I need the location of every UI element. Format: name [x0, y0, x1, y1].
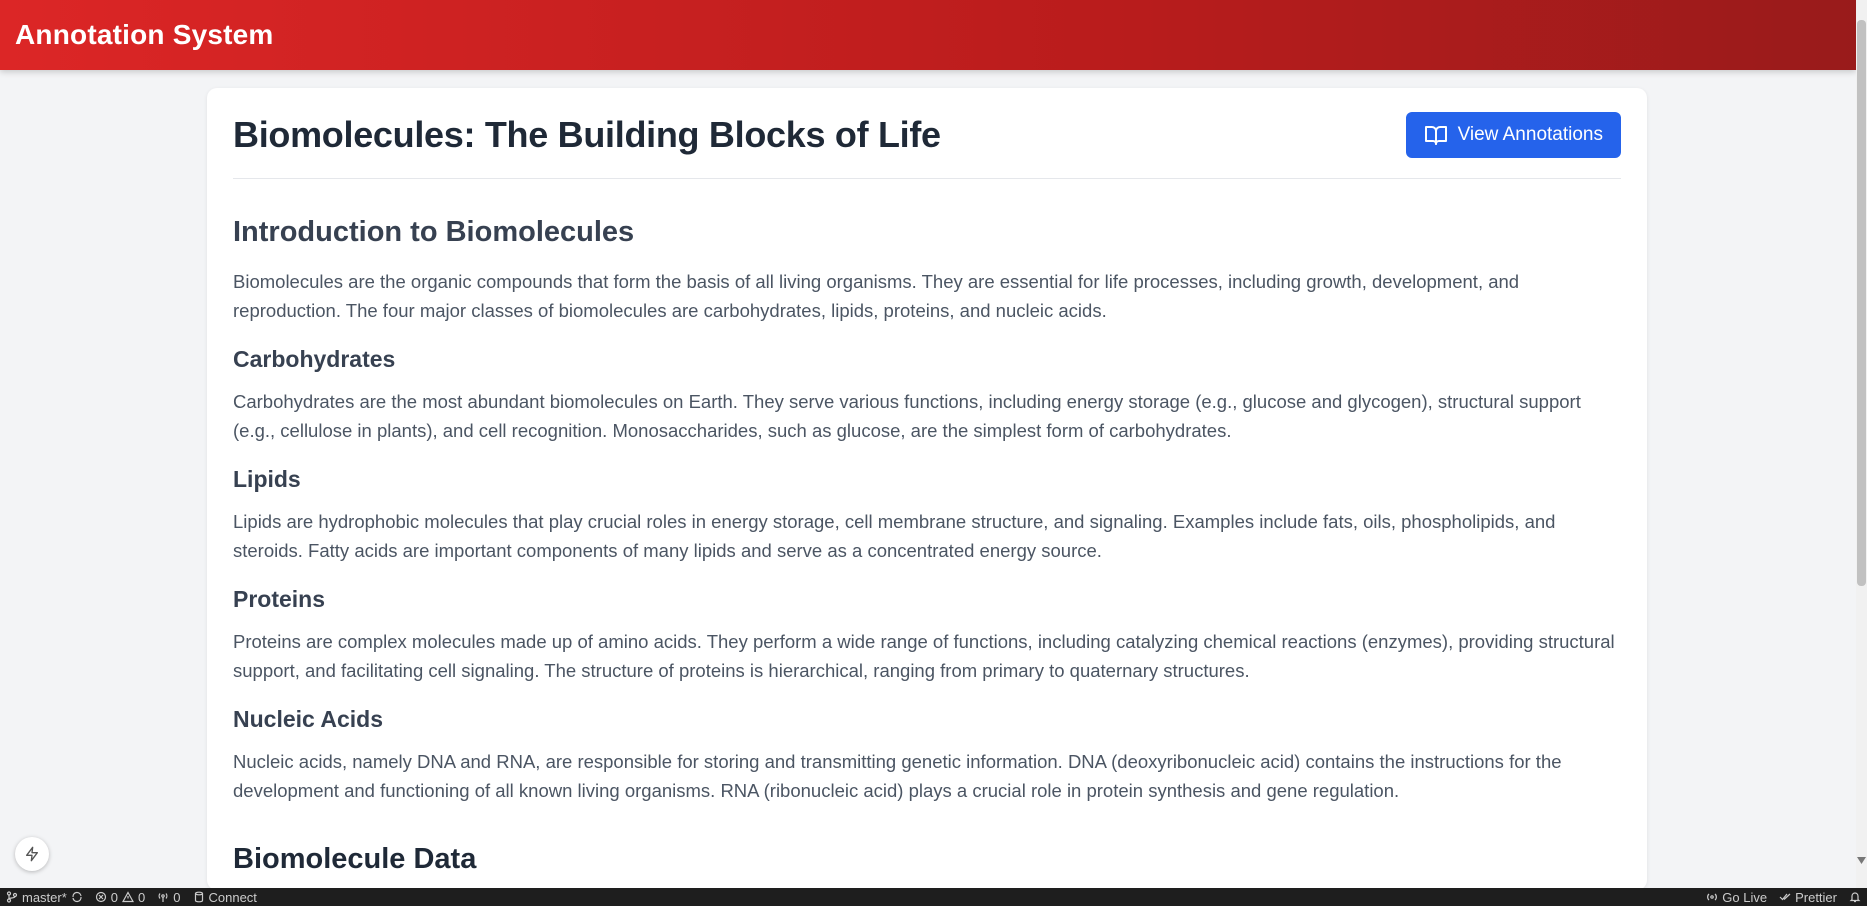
branch-name: master* [22, 889, 67, 905]
go-live-label: Go Live [1722, 889, 1768, 905]
sync-icon [72, 891, 82, 903]
intro-text[interactable]: Biomolecules are the organic compounds t… [233, 267, 1621, 325]
ports-status[interactable]: 0 [151, 890, 186, 905]
warning-count: 0 [138, 889, 146, 905]
database-icon [194, 891, 203, 903]
carbohydrates-heading: Carbohydrates [233, 346, 396, 372]
lightning-icon [26, 846, 38, 862]
broadcast-icon [158, 893, 168, 902]
connect-status[interactable]: Connect [187, 890, 263, 905]
scrollbar-thumb[interactable] [1857, 20, 1866, 586]
prettier-label: Prettier [1795, 889, 1837, 905]
app-title: Annotation System [15, 19, 274, 50]
biomolecule-data-heading: Biomolecule Data [233, 843, 477, 875]
view-annotations-label: View Annotations [1457, 123, 1603, 145]
lipids-text[interactable]: Lipids are hydrophobic molecules that pl… [233, 507, 1621, 565]
error-count: 0 [110, 889, 119, 905]
nucleic-acids-text[interactable]: Nucleic acids, namely DNA and RNA, are r… [233, 747, 1621, 805]
notifications-status[interactable] [1843, 891, 1867, 903]
broadcast-icon [1707, 893, 1718, 901]
app-header: Annotation System [0, 0, 1856, 70]
warning-icon [122, 891, 135, 903]
nucleic-acids-heading: Nucleic Acids [233, 706, 383, 732]
bell-icon [1849, 892, 1861, 903]
double-check-icon [1779, 893, 1791, 901]
connect-label: Connect [208, 889, 257, 905]
prettier-status[interactable]: Prettier [1773, 890, 1843, 905]
status-bar: master* 0 0 0 Connect Go Live Prettier [0, 888, 1867, 906]
branch-icon [6, 891, 18, 903]
scroll-down-icon[interactable] [1857, 854, 1866, 866]
error-icon [95, 891, 106, 903]
lipids-heading: Lipids [233, 466, 301, 492]
content-card: Biomolecules: The Building Blocks of Lif… [207, 88, 1647, 890]
title-row: Biomolecules: The Building Blocks of Lif… [233, 88, 1621, 179]
problems-status[interactable]: 0 0 [89, 890, 151, 905]
page-scrollbar[interactable] [1856, 0, 1867, 888]
carbohydrates-text[interactable]: Carbohydrates are the most abundant biom… [233, 387, 1621, 445]
ports-count: 0 [173, 889, 181, 905]
branch-status[interactable]: master* [0, 890, 89, 905]
go-live-status[interactable]: Go Live [1700, 890, 1773, 905]
book-open-icon [1424, 125, 1447, 145]
page-title: Biomolecules: The Building Blocks of Lif… [233, 113, 941, 155]
floating-action-button[interactable] [15, 837, 49, 871]
intro-heading: Introduction to Biomolecules [233, 216, 635, 248]
proteins-text[interactable]: Proteins are complex molecules made up o… [233, 627, 1621, 685]
proteins-heading: Proteins [233, 586, 326, 612]
view-annotations-button[interactable]: View Annotations [1405, 111, 1621, 158]
